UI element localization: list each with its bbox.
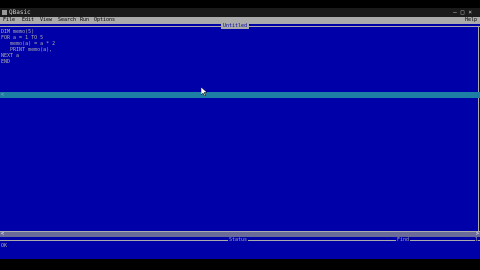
screen: QBasic –□× File Edit View Search Run Opt… bbox=[0, 0, 480, 270]
immediate-output: OK bbox=[1, 243, 8, 249]
horizontal-scrollbar[interactable]: < bbox=[0, 92, 480, 98]
menu-run[interactable]: Run bbox=[80, 17, 89, 24]
mouse-pointer-icon bbox=[201, 87, 207, 96]
window-titlebar: QBasic –□× bbox=[0, 8, 480, 17]
menu-options[interactable]: Options bbox=[94, 17, 115, 24]
menu-view[interactable]: View bbox=[40, 17, 52, 24]
code-area[interactable]: DIM memo(5) FOR a = 1 TO 5 memo(a) = a *… bbox=[1, 29, 55, 65]
window-controls[interactable]: –□× bbox=[453, 8, 476, 17]
editor-document-title: Untitled bbox=[221, 23, 250, 29]
bottom-black-bar bbox=[0, 259, 480, 270]
editor-right-border bbox=[478, 26, 479, 231]
code-line[interactable]: END bbox=[1, 59, 55, 65]
scroll-left-arrow-icon[interactable]: < bbox=[1, 92, 4, 98]
immediate-window[interactable]: OK bbox=[0, 243, 480, 259]
menu-search[interactable]: Search bbox=[58, 17, 76, 24]
window-title: QBasic bbox=[9, 9, 31, 16]
editor-window[interactable]: Untitled DIM memo(5) FOR a = 1 TO 5 memo… bbox=[0, 23, 480, 231]
menu-help[interactable]: Help bbox=[465, 17, 477, 24]
menu-edit[interactable]: Edit bbox=[22, 17, 34, 24]
qbasic-app-icon bbox=[2, 10, 7, 15]
menu-file[interactable]: File bbox=[3, 17, 15, 24]
